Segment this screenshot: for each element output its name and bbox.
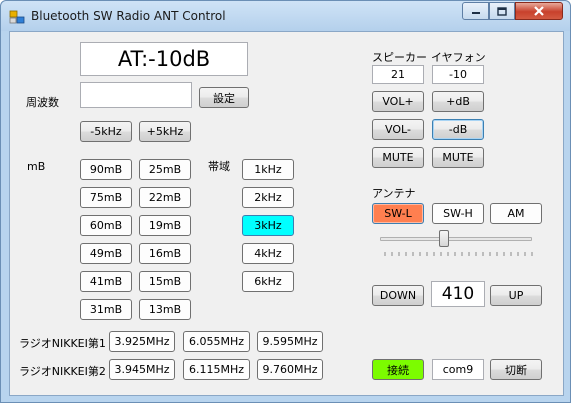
minus-5khz-button[interactable]: -5kHz xyxy=(80,121,132,142)
nikkei2-freq1-button[interactable]: 3.945MHz xyxy=(109,359,175,380)
tune-down-button[interactable]: DOWN xyxy=(372,285,424,306)
speaker-vol-up-button[interactable]: VOL+ xyxy=(372,91,424,112)
maximize-icon xyxy=(497,6,507,16)
bandwidth-3khz-button[interactable]: 3kHz xyxy=(242,215,294,236)
antenna-slider-ticks xyxy=(384,252,533,256)
plus-5khz-button[interactable]: +5kHz xyxy=(139,121,191,142)
earphone-mute-button[interactable]: MUTE xyxy=(432,147,484,168)
band-25mb-button[interactable]: 25mB xyxy=(139,159,191,180)
nikkei1-freq2-button[interactable]: 6.055MHz xyxy=(183,331,250,352)
nikkei1-freq3-button[interactable]: 9.595MHz xyxy=(257,331,323,352)
nikkei2-freq3-button[interactable]: 9.760MHz xyxy=(257,359,323,380)
band-41mb-button[interactable]: 41mB xyxy=(80,271,132,292)
bandwidth-6khz-button[interactable]: 6kHz xyxy=(242,271,294,292)
attenuation-display: AT:-10dB xyxy=(80,42,248,76)
close-button[interactable] xyxy=(515,2,563,20)
band-60mb-button[interactable]: 60mB xyxy=(80,215,132,236)
antenna-sw-h-button[interactable]: SW-H xyxy=(432,203,484,224)
band-90mb-button[interactable]: 90mB xyxy=(80,159,132,180)
earphone-db-up-button[interactable]: +dB xyxy=(432,91,484,112)
app-icon xyxy=(9,10,25,24)
meter-band-label: mB xyxy=(27,160,46,173)
tuning-value-display: 410 xyxy=(431,281,485,307)
antenna-sw-l-button[interactable]: SW-L xyxy=(372,203,424,224)
bandwidth-4khz-button[interactable]: 4kHz xyxy=(242,243,294,264)
tune-up-button[interactable]: UP xyxy=(490,285,542,306)
antenna-label: アンテナ xyxy=(372,187,416,200)
window-title: Bluetooth SW Radio ANT Control xyxy=(31,9,226,23)
earphone-label: イヤフォン xyxy=(431,51,486,64)
close-icon xyxy=(534,6,544,16)
nikkei2-freq2-button[interactable]: 6.115MHz xyxy=(183,359,250,380)
band-31mb-button[interactable]: 31mB xyxy=(80,299,132,320)
band-13mb-button[interactable]: 13mB xyxy=(139,299,191,320)
bandwidth-label: 帯域 xyxy=(208,160,230,173)
minimize-button[interactable] xyxy=(462,2,489,20)
disconnect-button[interactable]: 切断 xyxy=(490,359,542,380)
nikkei1-label: ラジオNIKKEI第1 xyxy=(19,337,106,350)
band-75mb-button[interactable]: 75mB xyxy=(80,187,132,208)
minimize-icon xyxy=(471,12,480,14)
set-frequency-button[interactable]: 設定 xyxy=(199,87,249,108)
maximize-button[interactable] xyxy=(489,2,515,20)
nikkei2-label: ラジオNIKKEI第2 xyxy=(19,365,106,378)
band-49mb-button[interactable]: 49mB xyxy=(80,243,132,264)
earphone-volume-field[interactable]: -10 xyxy=(432,65,484,84)
nikkei1-freq1-button[interactable]: 3.925MHz xyxy=(109,331,175,352)
bandwidth-2khz-button[interactable]: 2kHz xyxy=(242,187,294,208)
frequency-input[interactable] xyxy=(80,82,192,108)
earphone-db-down-button[interactable]: -dB xyxy=(432,119,484,140)
band-22mb-button[interactable]: 22mB xyxy=(139,187,191,208)
frequency-label: 周波数 xyxy=(26,96,59,109)
bandwidth-1khz-button[interactable]: 1kHz xyxy=(242,159,294,180)
speaker-mute-button[interactable]: MUTE xyxy=(372,147,424,168)
com-port-field[interactable]: com9 xyxy=(432,359,484,380)
antenna-slider-thumb[interactable] xyxy=(439,230,449,247)
band-19mb-button[interactable]: 19mB xyxy=(139,215,191,236)
title-bar[interactable]: Bluetooth SW Radio ANT Control xyxy=(1,1,570,31)
connect-button[interactable]: 接続 xyxy=(372,359,424,380)
antenna-slider-track[interactable] xyxy=(380,237,532,241)
speaker-volume-field[interactable]: 21 xyxy=(372,65,424,84)
band-16mb-button[interactable]: 16mB xyxy=(139,243,191,264)
speaker-vol-down-button[interactable]: VOL- xyxy=(372,119,424,140)
antenna-am-button[interactable]: AM xyxy=(490,203,542,224)
band-15mb-button[interactable]: 15mB xyxy=(139,271,191,292)
speaker-label: スピーカー xyxy=(372,51,427,64)
